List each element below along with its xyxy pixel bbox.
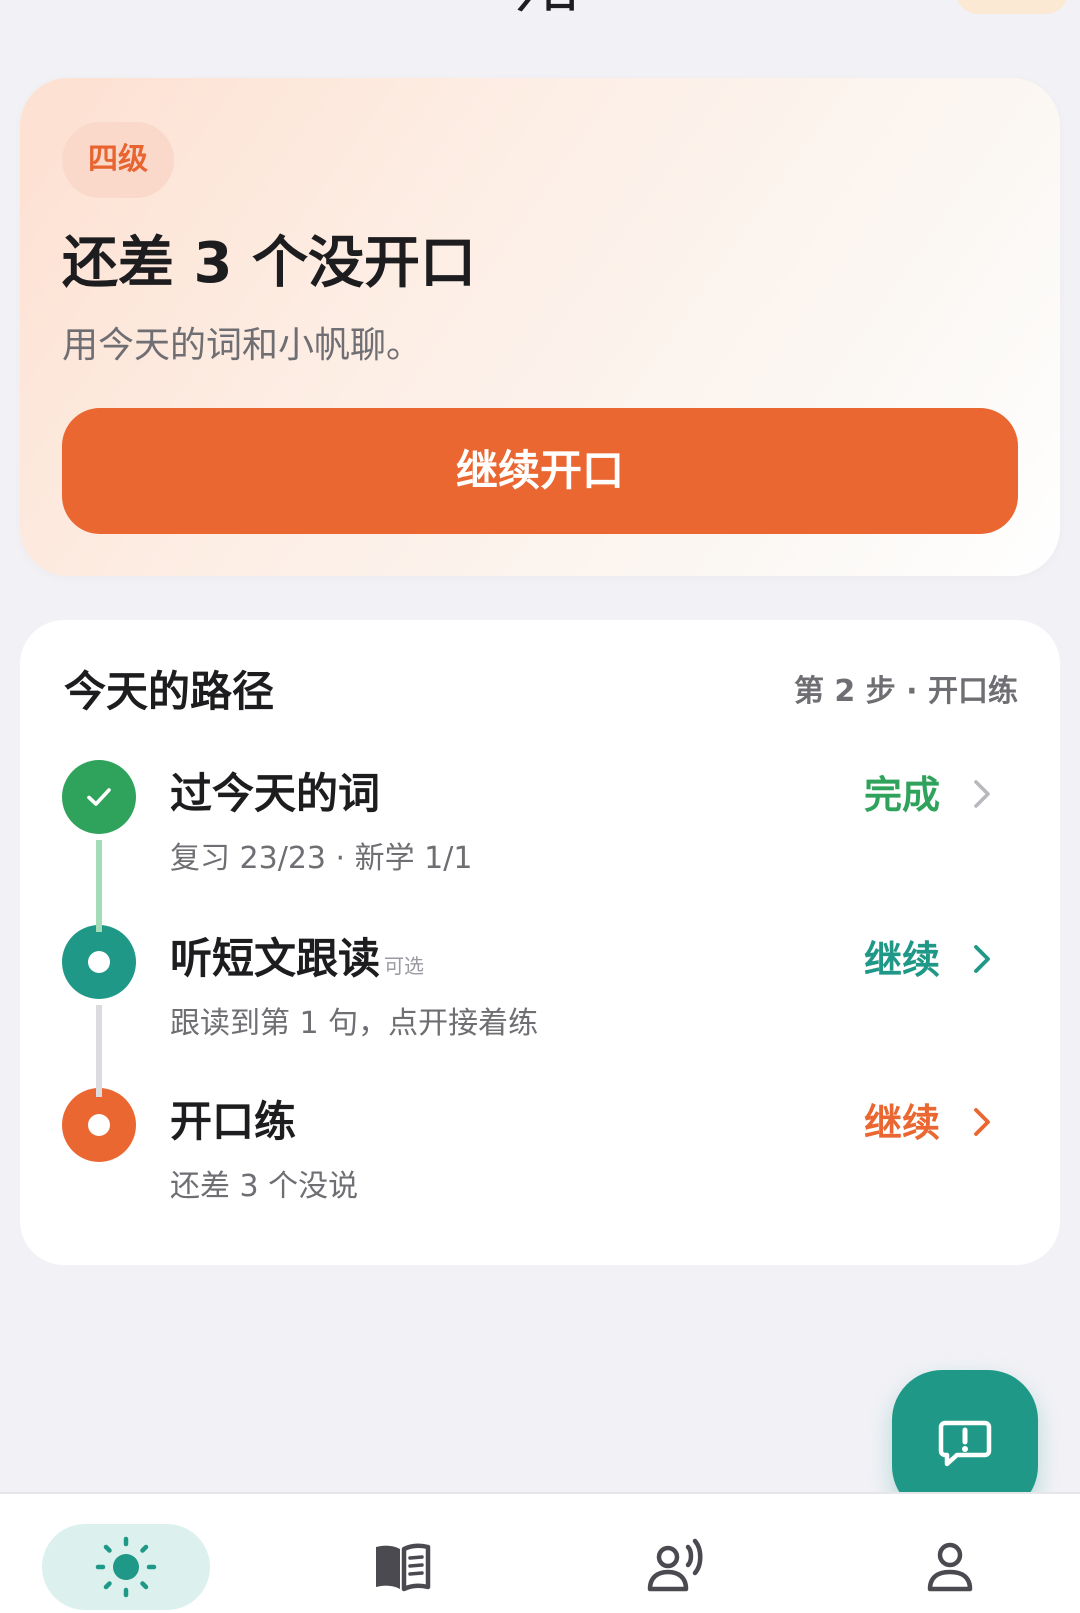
book-icon	[376, 1543, 431, 1592]
hero-subtitle: 用今天的词和小帆聊。	[62, 325, 423, 366]
chevron-right-icon[interactable]	[962, 774, 1002, 814]
in-progress-dot-icon	[62, 925, 136, 999]
optional-tag: 可选	[384, 954, 425, 978]
path-card: 今天的路径 第 2 步 · 开口练 过今天的词 复习 23/23 · 新学 1/…	[20, 620, 1060, 1265]
step-action[interactable]: 继续	[864, 1096, 940, 1150]
step-action[interactable]: 继续	[864, 933, 940, 987]
feedback-icon	[938, 1420, 992, 1467]
page-title: 今日	[480, 0, 600, 14]
step-action[interactable]: 完成	[864, 768, 940, 822]
step-desc: 复习 23/23 · 新学 1/1	[170, 841, 473, 876]
step-name: 过今天的词	[170, 769, 381, 818]
header-chip[interactable]	[956, 0, 1068, 14]
step-name: 开口练	[170, 1097, 297, 1146]
step-connector	[96, 840, 102, 932]
path-progress: 第 2 步 · 开口练	[793, 674, 1018, 709]
step-name: 听短文跟读 可选	[170, 934, 425, 983]
nav-tab-today[interactable]	[42, 1524, 210, 1610]
path-step-speaking[interactable]: 开口练 还差 3 个没说 继续	[20, 1088, 1060, 1228]
path-step-listening[interactable]: 听短文跟读 可选 跟读到第 1 句，点开接着练 继续	[20, 925, 1060, 1065]
app-screen: 今日 四级 还差 3 个没开口 用今天的词和小帆聊。 继续开口 今天的路径 第 …	[0, 0, 1080, 1613]
chevron-right-icon[interactable]	[962, 1102, 1002, 1142]
sun-icon	[95, 1536, 157, 1598]
nav-tab-profile[interactable]	[866, 1524, 1034, 1610]
path-step-words[interactable]: 过今天的词 复习 23/23 · 新学 1/1 完成	[20, 760, 1060, 900]
level-badge: 四级	[62, 122, 174, 198]
person-icon	[927, 1542, 973, 1592]
current-dot-icon	[62, 1088, 136, 1162]
bottom-nav	[0, 1492, 1080, 1613]
check-icon	[62, 760, 136, 834]
chevron-right-icon[interactable]	[962, 939, 1002, 979]
step-desc: 还差 3 个没说	[170, 1169, 359, 1204]
nav-tab-library[interactable]	[318, 1524, 486, 1610]
continue-speaking-button[interactable]: 继续开口	[62, 408, 1018, 534]
nav-tab-speaking[interactable]	[592, 1524, 760, 1610]
path-title: 今天的路径	[64, 667, 275, 716]
speaking-person-icon	[647, 1538, 703, 1592]
step-connector	[96, 1005, 102, 1097]
hero-card: 四级 还差 3 个没开口 用今天的词和小帆聊。 继续开口	[20, 78, 1060, 576]
step-desc: 跟读到第 1 句，点开接着练	[170, 1006, 539, 1041]
hero-title: 还差 3 个没开口	[62, 231, 476, 296]
